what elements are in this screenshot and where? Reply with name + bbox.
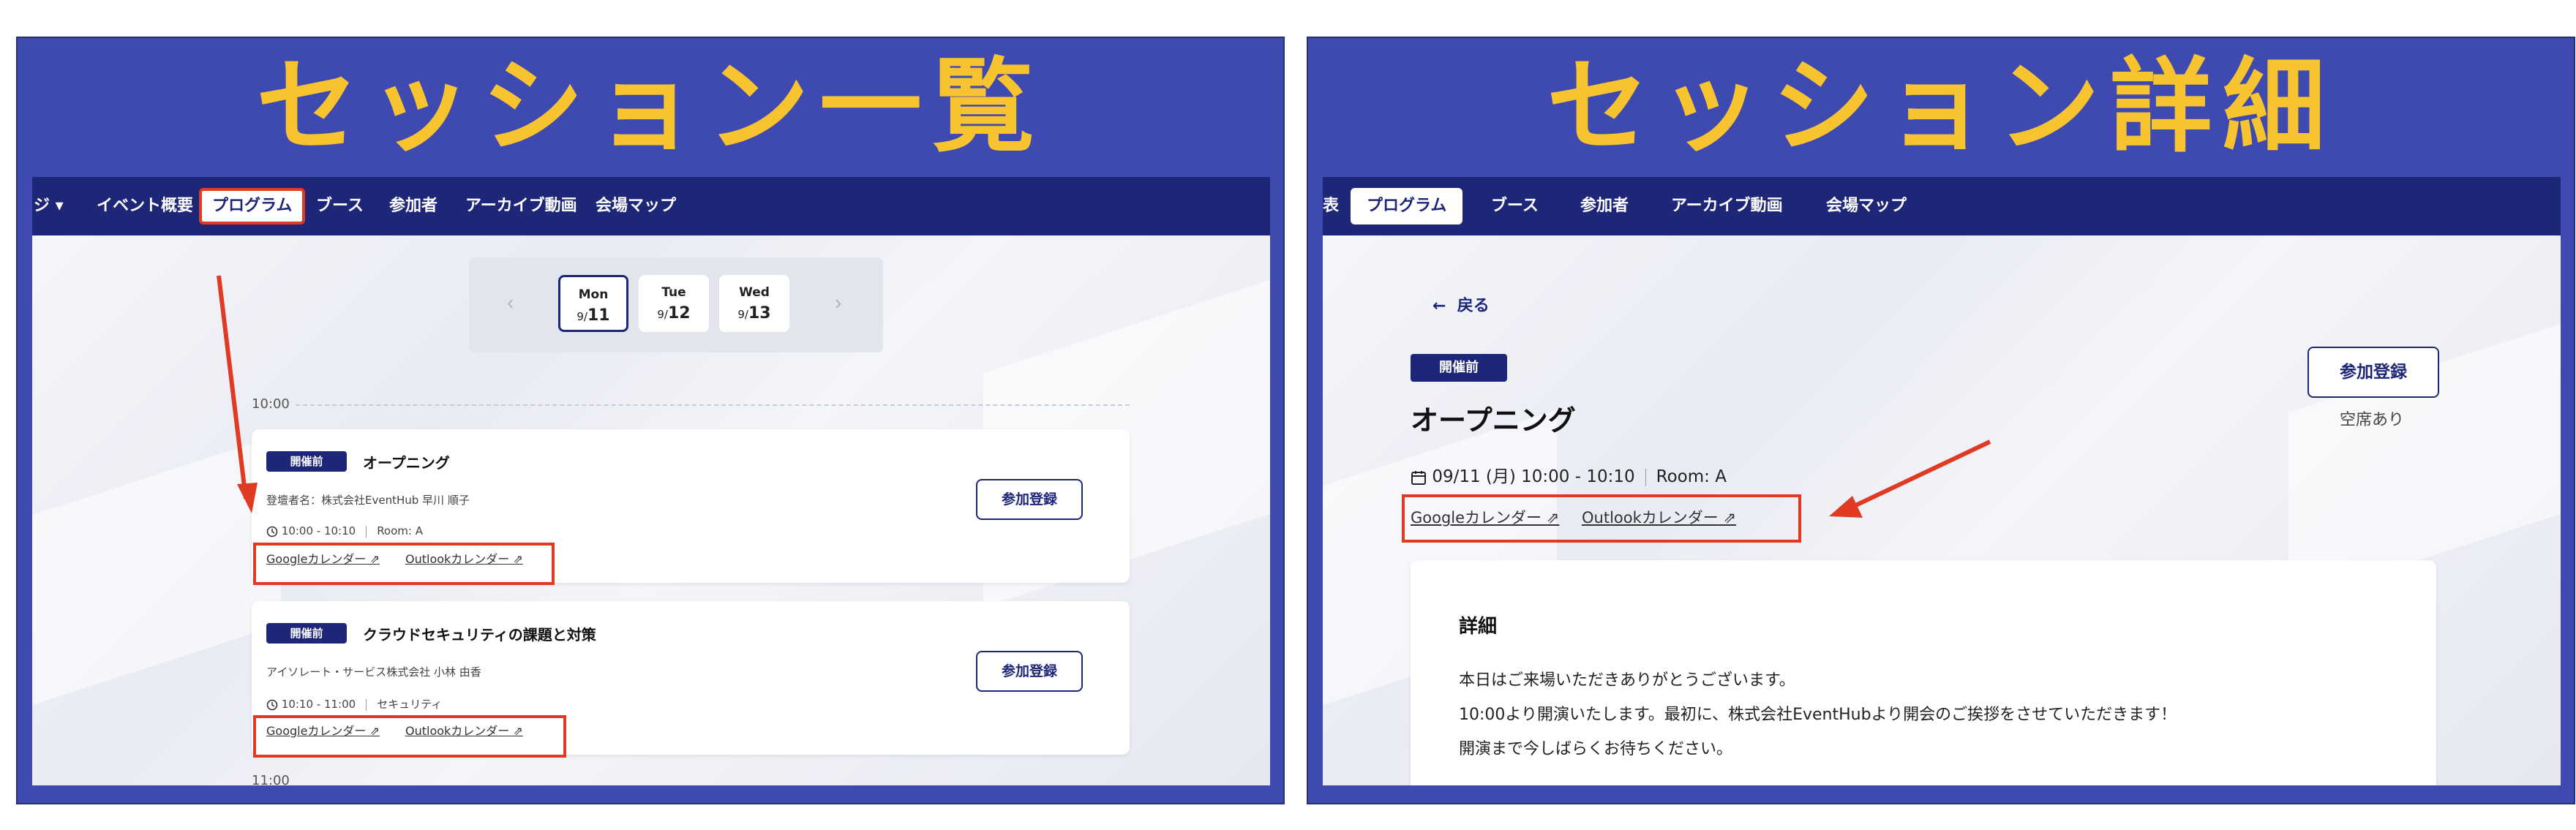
pointer-arrow: [1829, 439, 1991, 518]
session-detail-panel: セッション詳細 表 プログラム ブース 参加者 アーカイブ動画 会場マップ ← …: [1307, 37, 2575, 804]
panel-heading: セッション一覧: [255, 48, 1045, 167]
session-list-screenshot: ジ ▾ イベント概要 プログラム ブース 参加者 アーカイブ動画 会場マップ ‹…: [32, 177, 1270, 785]
session-list-panel: セッション一覧 ジ ▾ イベント概要 プログラム ブース 参加者 アーカイブ動画…: [16, 37, 1285, 804]
session-detail-screenshot: 表 プログラム ブース 参加者 アーカイブ動画 会場マップ ← 戻る 開催前 オ…: [1323, 177, 2561, 785]
pointer-arrow: [217, 275, 258, 513]
panel-heading: セッション詳細: [1546, 48, 2335, 167]
